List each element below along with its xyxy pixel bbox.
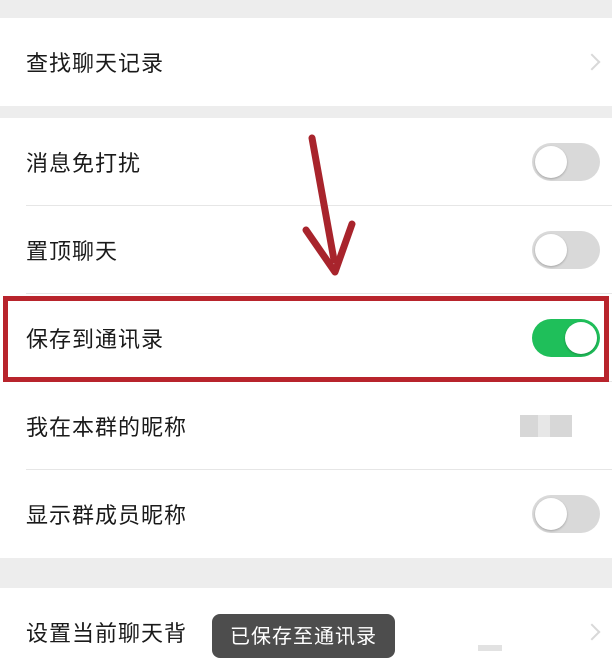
toggle-knob [535,146,567,178]
chevron-right-icon [583,53,601,71]
chevron-right-icon [583,623,601,641]
do-not-disturb-label: 消息免打扰 [26,152,142,177]
do-not-disturb-toggle[interactable] [532,143,600,181]
nickname-blur-segment [520,415,538,437]
save-to-contacts-label: 保存到通讯录 [26,328,165,353]
show-member-nicknames-toggle[interactable] [532,495,600,533]
group-chat-settings: 消息免打扰 置顶聊天 保存到通讯录 我在本群的昵称 显示群成员昵称 [0,118,612,558]
my-group-nickname-label: 我在本群的昵称 [26,416,188,441]
toggle-knob [535,234,567,266]
my-group-nickname-item[interactable]: 我在本群的昵称 [0,382,612,470]
faint-text-fragment [478,645,502,651]
pin-chat-label: 置顶聊天 [26,240,119,265]
show-member-nicknames-label: 显示群成员昵称 [26,504,188,529]
search-chat-history-item[interactable]: 查找聊天记录 [0,18,612,106]
pin-chat-toggle[interactable] [532,231,600,269]
nickname-blur-segment [550,415,572,437]
toggle-knob [565,322,597,354]
do-not-disturb-item: 消息免打扰 [0,118,612,206]
set-chat-background-label: 设置当前聊天背 [26,622,188,647]
show-member-nicknames-item: 显示群成员昵称 [0,470,612,558]
toast-message: 已保存至通讯录 [212,614,395,658]
search-chat-history-label: 查找聊天记录 [26,52,165,77]
toggle-knob [535,498,567,530]
pin-chat-item: 置顶聊天 [0,206,612,294]
nickname-value-placeholder [520,415,572,437]
group-search: 查找聊天记录 [0,18,612,106]
chat-info-screen: 查找聊天记录 消息免打扰 置顶聊天 保存到通讯录 我在本群的昵称 显示群成员昵称… [0,0,612,658]
save-to-contacts-item: 保存到通讯录 [0,294,612,382]
save-to-contacts-toggle[interactable] [532,319,600,357]
